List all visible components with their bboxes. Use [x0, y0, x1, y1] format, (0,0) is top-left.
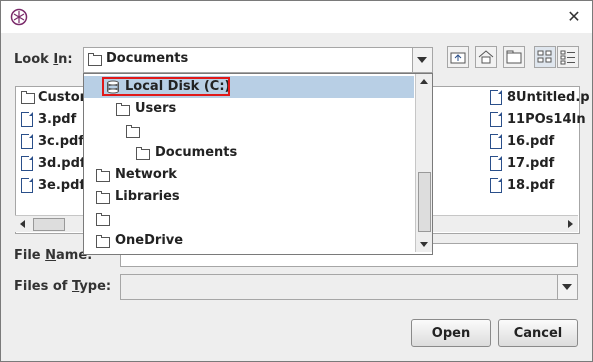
dropdown-item-label: Libraries: [115, 189, 180, 204]
files-of-type-label: Files of Type:: [14, 279, 112, 294]
pdf-file-icon: [490, 90, 502, 105]
folder-icon: [126, 125, 140, 138]
dropdown-item-onedrive[interactable]: OneDrive: [84, 230, 414, 252]
list-item[interactable]: 18.pdf: [507, 178, 554, 193]
list-item[interactable]: 17.pdf: [507, 156, 554, 171]
pdf-file-icon: [21, 134, 33, 149]
list-item[interactable]: 11POs14In: [507, 112, 586, 127]
folder-icon: [116, 103, 130, 116]
list-item[interactable]: Custor: [38, 90, 86, 105]
folder-icon: [96, 235, 110, 248]
file-chooser-dialog: ✕ Look In: Documents Custor 3.pdf 3c.pdf…: [0, 0, 593, 362]
list-item[interactable]: 8Untitled.p: [507, 90, 590, 105]
pdf-file-icon: [490, 134, 502, 149]
details-view-icon: [560, 50, 575, 65]
pdf-file-icon: [21, 112, 33, 127]
dropdown-item-user-folder[interactable]: [84, 120, 414, 142]
pdf-file-icon: [490, 156, 502, 171]
dropdown-item-label: OneDrive: [115, 233, 184, 248]
pdf-file-icon: [21, 178, 33, 193]
pdf-file-icon: [21, 156, 33, 171]
cancel-button[interactable]: Cancel: [498, 319, 578, 347]
folder-icon: [21, 91, 35, 104]
look-in-label: Look In:: [14, 52, 73, 67]
scroll-up-icon[interactable]: [416, 74, 432, 90]
list-item[interactable]: 3d.pdf: [38, 156, 86, 171]
folder-icon: [88, 53, 102, 66]
folder-icon: [96, 191, 110, 204]
dropdown-item-label: Users: [135, 101, 177, 116]
chevron-down-icon[interactable]: [557, 275, 577, 299]
new-folder-button[interactable]: [503, 46, 525, 68]
scroll-thumb[interactable]: [418, 172, 431, 232]
details-view-button[interactable]: [557, 46, 579, 68]
folder-icon: [136, 147, 150, 160]
list-view-button[interactable]: [534, 46, 556, 68]
scroll-left-icon[interactable]: [15, 216, 31, 232]
dropdown-item-label: Network: [115, 167, 177, 182]
dropdown-item-network[interactable]: Network: [84, 164, 414, 186]
home-icon: [478, 50, 494, 64]
list-item[interactable]: 16.pdf: [507, 134, 554, 149]
scroll-right-icon[interactable]: [562, 216, 578, 232]
dropdown-item-libraries[interactable]: Libraries: [84, 186, 414, 208]
dropdown-item-label: Documents: [155, 145, 238, 160]
scroll-thumb[interactable]: [33, 218, 65, 231]
list-view-icon: [537, 50, 552, 63]
list-item[interactable]: 3e.pdf: [38, 178, 85, 193]
list-item[interactable]: 3.pdf: [38, 112, 76, 127]
pdf-file-icon: [490, 178, 502, 193]
open-button[interactable]: Open: [411, 319, 491, 347]
up-one-level-icon: [450, 52, 466, 64]
files-of-type-select[interactable]: [120, 274, 578, 300]
scroll-down-icon[interactable]: [416, 236, 432, 252]
file-name-label: File Name:: [14, 248, 93, 263]
vertical-scrollbar[interactable]: [415, 74, 432, 252]
look-in-value: Documents: [106, 51, 189, 66]
folder-icon: [96, 169, 110, 182]
close-icon[interactable]: ✕: [562, 5, 586, 29]
up-one-level-button[interactable]: [447, 46, 469, 68]
home-button[interactable]: [475, 46, 497, 68]
dropdown-item-folder[interactable]: [84, 208, 414, 230]
highlight-box: [102, 77, 230, 96]
title-bar: ✕: [1, 1, 592, 33]
app-icon: [10, 8, 28, 26]
chevron-down-icon[interactable]: [412, 48, 432, 72]
look-in-dropdown[interactable]: Local Disk (C:) Users Documents Network …: [83, 73, 433, 255]
list-item[interactable]: 3c.pdf: [38, 134, 84, 149]
dropdown-item-users[interactable]: Users: [84, 98, 414, 120]
pdf-file-icon: [490, 112, 502, 127]
dropdown-item-documents[interactable]: Documents: [84, 142, 414, 164]
folder-icon: [96, 213, 110, 226]
look-in-combo[interactable]: Documents: [83, 47, 433, 73]
new-folder-icon: [506, 50, 522, 64]
